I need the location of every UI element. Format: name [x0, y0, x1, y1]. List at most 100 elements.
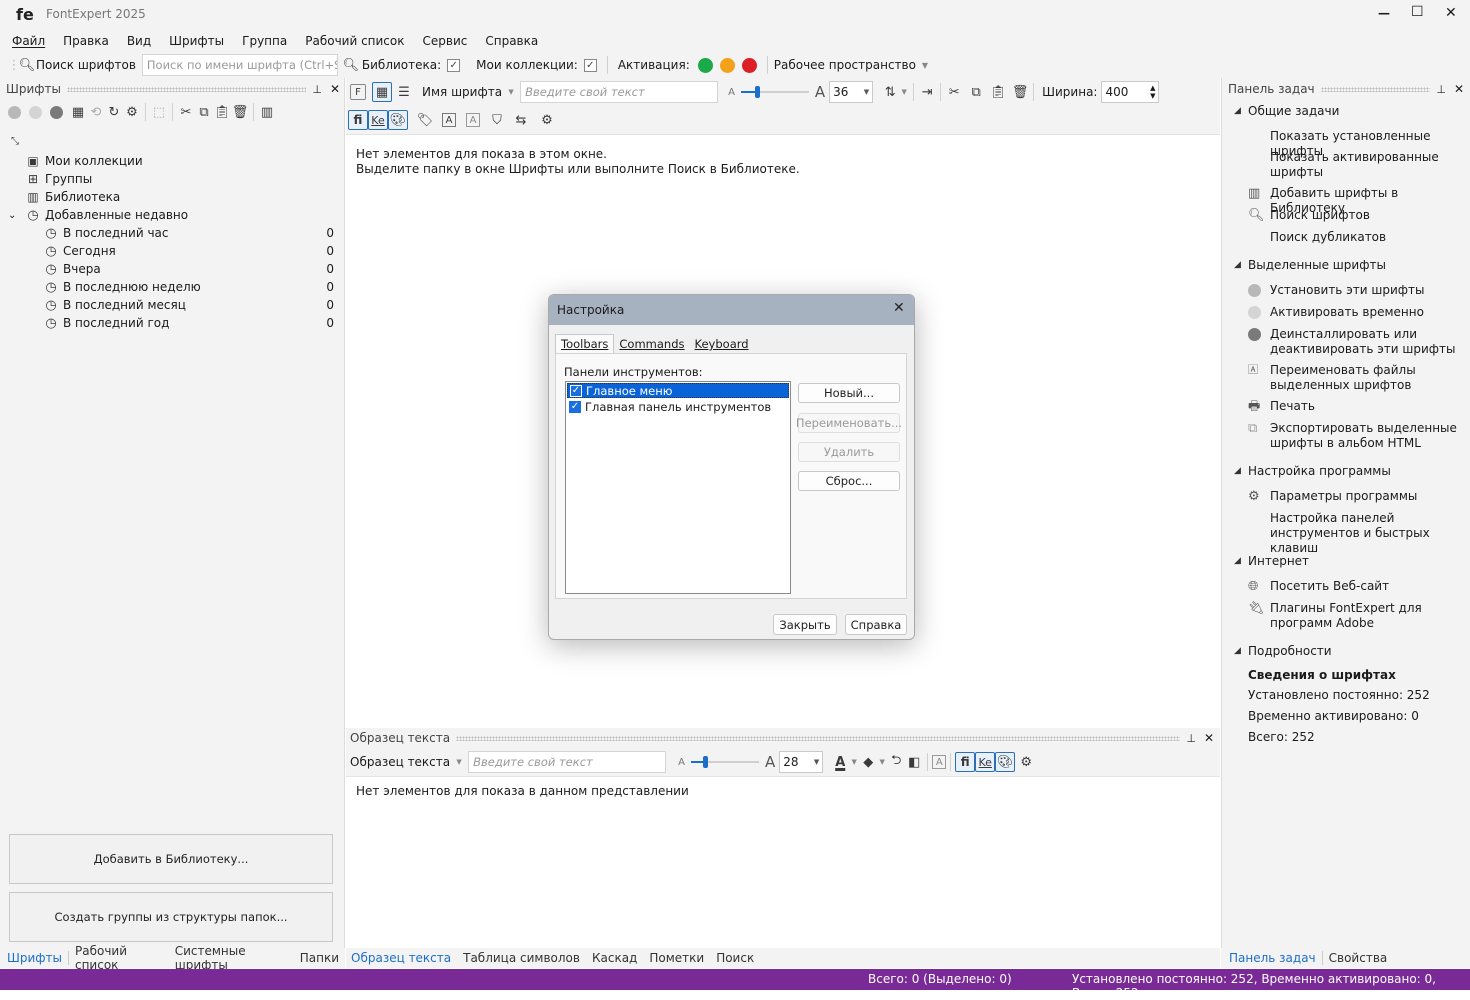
task-find-duplicates[interactable]: Поиск дубликатов — [1248, 230, 1466, 245]
tree-item-groups[interactable]: ⊞ Группы — [0, 170, 340, 188]
sample-text-input[interactable]: Введите свой текст — [520, 81, 719, 103]
cut-icon[interactable]: ✂ — [177, 103, 195, 121]
menu-group[interactable]: Группа — [242, 34, 287, 48]
sample-text-input[interactable]: Введите свой текст — [468, 751, 667, 773]
activate-red-button[interactable] — [741, 57, 757, 73]
tree-item-collections[interactable]: ▣ Мои коллекции — [0, 152, 340, 170]
font-size-select[interactable]: 36 ▼ — [829, 81, 874, 103]
tag-icon[interactable]: 🏷︎ — [416, 111, 434, 129]
tree-item-last-hour[interactable]: ◷ В последний час 0 — [0, 224, 340, 242]
tree-item-yesterday[interactable]: ◷ Вчера 0 — [0, 260, 340, 278]
size-slider[interactable] — [740, 83, 809, 101]
refresh-icon[interactable]: ↻ — [105, 103, 123, 121]
dialog-close-button[interactable]: ✕ — [893, 300, 905, 316]
spinner-arrows-icon[interactable]: ▲ ▼ — [1150, 84, 1155, 100]
view-grid-icon[interactable]: ▦ — [372, 82, 392, 102]
menu-file[interactable]: Файл — [12, 34, 45, 48]
minimize-button[interactable]: — — [1378, 6, 1390, 20]
install-dot-icon[interactable] — [8, 105, 21, 119]
task-activate-temp[interactable]: Активировать временно — [1248, 305, 1466, 323]
activate-dot-icon[interactable] — [29, 105, 42, 119]
reset-toolbar-button[interactable]: Сброс... — [798, 471, 900, 491]
tab-folders[interactable]: Папки — [294, 951, 345, 965]
paste-icon[interactable]: 📋︎ — [213, 103, 231, 121]
collapse-chevron-icon[interactable]: ⌄ — [8, 210, 24, 221]
tree-item-last-week[interactable]: ◷ В последнюю неделю 0 — [0, 278, 340, 296]
task-search-fonts[interactable]: 🔍︎ Поиск шрифтов — [1248, 208, 1466, 223]
toolbar-list-item[interactable]: ✓ Главная панель инструментов — [567, 399, 789, 414]
kerning-icon[interactable]: Ke — [975, 752, 996, 772]
activate-green-button[interactable] — [697, 57, 713, 73]
tree-item-today[interactable]: ◷ Сегодня 0 — [0, 242, 340, 260]
swap-icon[interactable]: ⮌ — [887, 753, 905, 771]
tab-toolbars[interactable]: Toolbars — [555, 334, 615, 353]
pin-icon[interactable]: ⊥ — [312, 83, 322, 96]
sample-mode-dropdown[interactable]: Образец текста — [350, 755, 450, 769]
rename-toolbar-button[interactable]: Переименовать... — [796, 413, 902, 433]
palette-icon[interactable]: 🎨︎ — [995, 752, 1016, 772]
text-color-icon[interactable]: A — [831, 753, 849, 771]
tab-marks[interactable]: Пометки — [643, 951, 710, 965]
search-go-icon[interactable]: 🔍︎ — [342, 56, 360, 74]
palette-icon[interactable]: 🎨︎ — [388, 110, 408, 130]
search-fonts-button[interactable]: 🔍︎ Поиск шрифтов — [18, 56, 136, 74]
pin-icon[interactable]: ⊥ — [1186, 732, 1196, 745]
task-program-options[interactable]: ⚙ Параметры программы — [1248, 489, 1466, 504]
task-print[interactable]: 🖶 Печать — [1248, 399, 1466, 414]
tab-fonts[interactable]: Шрифты — [2, 951, 69, 965]
tree-item-last-month[interactable]: ◷ В последний месяц 0 — [0, 296, 340, 314]
settings-folder-icon[interactable]: ⚙ — [123, 103, 141, 121]
library-add-icon[interactable]: ▥ — [258, 103, 276, 121]
tab-char-table[interactable]: Таблица символов — [457, 951, 586, 965]
close-window-button[interactable]: ✕ — [1445, 5, 1457, 21]
menu-edit[interactable]: Правка — [63, 34, 109, 48]
tab-properties[interactable]: Свойства — [1323, 951, 1394, 965]
indent-icon[interactable]: ⇥ — [918, 83, 936, 101]
tab-task-pane[interactable]: Панель задач — [1221, 951, 1323, 965]
compare-icon[interactable]: ⇆ — [512, 111, 530, 129]
view-list-icon[interactable]: ☰ — [394, 82, 414, 102]
view-f-icon[interactable]: F — [350, 84, 366, 100]
activate-orange-button[interactable] — [719, 57, 735, 73]
toolbar-checkbox[interactable]: ✓ — [569, 400, 581, 413]
gear-icon[interactable]: ⚙ — [1017, 753, 1035, 771]
library-checkbox[interactable]: ✓ — [447, 58, 461, 72]
kerning-icon[interactable]: Ke — [368, 110, 388, 130]
task-export-html[interactable]: ⧉ Экспортировать выделенные шрифты в аль… — [1248, 421, 1466, 451]
sample-size-select[interactable]: 28 ▼ — [779, 751, 824, 773]
layers-icon[interactable]: ◧ — [905, 753, 923, 771]
tab-keyboard[interactable]: Keyboard — [690, 335, 754, 353]
tab-system-fonts[interactable]: Системные шрифты — [169, 944, 294, 972]
task-uninstall[interactable]: Деинсталлировать или деактивировать эти … — [1248, 327, 1466, 357]
font-outline-icon[interactable]: A — [932, 755, 947, 769]
gear-icon[interactable]: ⚙ — [538, 111, 556, 129]
tab-sample-text[interactable]: Образец текста — [346, 951, 457, 965]
tree-item-last-year[interactable]: ◷ В последний год 0 — [0, 314, 340, 332]
task-show-activated[interactable]: Показать активированные шрифты — [1248, 150, 1466, 180]
section-details[interactable]: ◢ Подробности — [1234, 644, 1332, 658]
menu-help[interactable]: Справка — [485, 34, 538, 48]
remove-dot-icon[interactable] — [50, 105, 63, 119]
close-panel-icon[interactable]: ✕ — [330, 82, 340, 96]
ligature-icon[interactable]: fi — [955, 752, 976, 772]
menu-fonts[interactable]: Шрифты — [169, 34, 224, 48]
task-visit-website[interactable]: 🌐︎ Посетить Веб-сайт — [1248, 579, 1466, 594]
font-name-search-input[interactable]: Поиск по имени шрифта (Ctrl+S) — [141, 54, 338, 76]
width-spinner[interactable]: 400 ▲ ▼ — [1101, 81, 1160, 103]
maximize-button[interactable]: ☐ — [1411, 4, 1424, 20]
section-selected[interactable]: ◢ Выделенные шрифты — [1234, 258, 1386, 272]
font-name-dropdown[interactable]: Имя шрифта — [422, 85, 502, 99]
toolbar-list-item[interactable]: ✓ Главное меню — [567, 383, 789, 398]
delete-toolbar-button[interactable]: Удалить — [798, 442, 900, 462]
create-groups-button[interactable]: Создать группы из структуры папок... — [9, 892, 333, 942]
select-icon[interactable]: ⬚ — [150, 103, 168, 121]
sample-size-slider[interactable] — [690, 753, 759, 771]
font-box-icon[interactable]: A — [442, 113, 456, 127]
close-panel-icon[interactable]: ✕ — [1454, 82, 1464, 96]
add-library-icon[interactable]: ▦ — [69, 103, 87, 121]
collections-checkbox[interactable]: ✓ — [583, 58, 597, 72]
font-outline-icon[interactable]: A — [466, 113, 480, 127]
tab-search[interactable]: Поиск — [710, 951, 760, 965]
copy-icon[interactable]: ⧉ — [967, 83, 985, 101]
tab-worklist[interactable]: Рабочий список — [69, 944, 169, 972]
